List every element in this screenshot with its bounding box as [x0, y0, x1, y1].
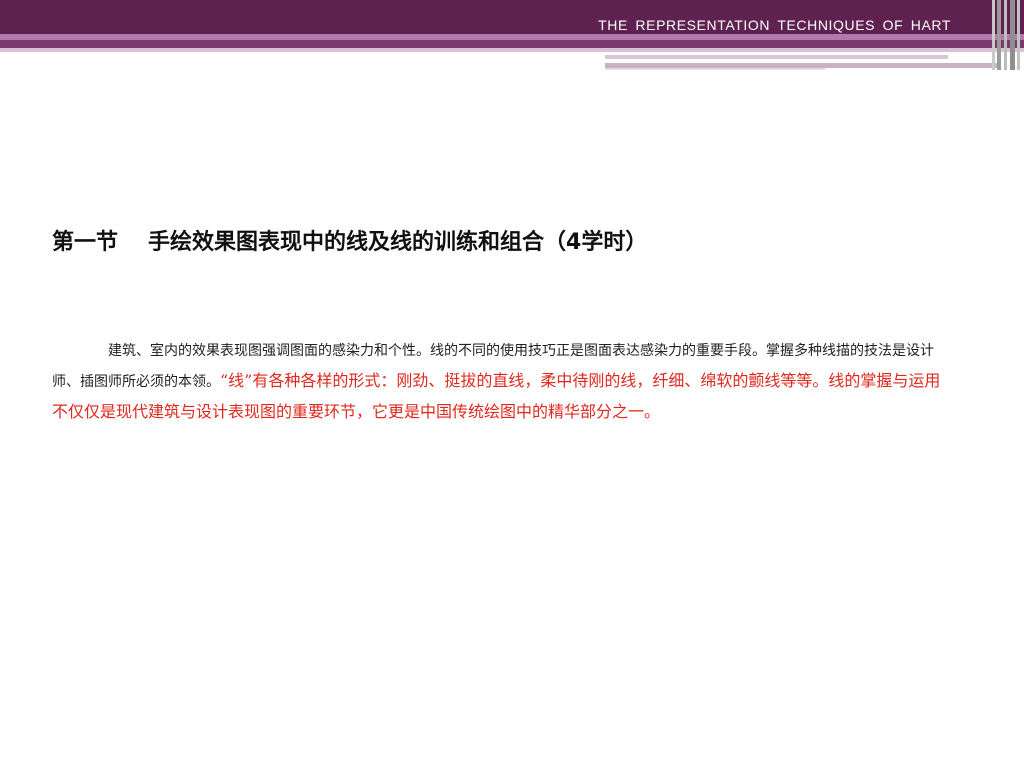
decorative-vertical-bar [992, 0, 995, 70]
decorative-vertical-bar [1004, 0, 1007, 70]
slide: THE REPRESENTATION TECHNIQUES OF HART 第一… [0, 0, 1024, 768]
section-heading: 第一节 手绘效果图表现中的线及线的训练和组合（4学时） [52, 224, 647, 256]
decorative-vertical-bar [1010, 0, 1015, 70]
section-number: 第一节 [52, 230, 119, 255]
body-paragraph: 建筑、室内的效果表现图强调图面的感染力和个性。线的不同的使用技巧正是图面表达感染… [52, 336, 948, 428]
decorative-vertical-bar [997, 0, 1001, 70]
decorative-vertical-bar [1017, 0, 1020, 70]
header-stripe [0, 40, 1024, 48]
section-title: 手绘效果图表现中的线及线的训练和组合（4学时） [148, 230, 648, 255]
header-accent-line [605, 55, 948, 59]
header-stripe [0, 48, 1024, 52]
header-accent-line [605, 68, 825, 70]
header-title: THE REPRESENTATION TECHNIQUES OF HART [598, 17, 951, 33]
